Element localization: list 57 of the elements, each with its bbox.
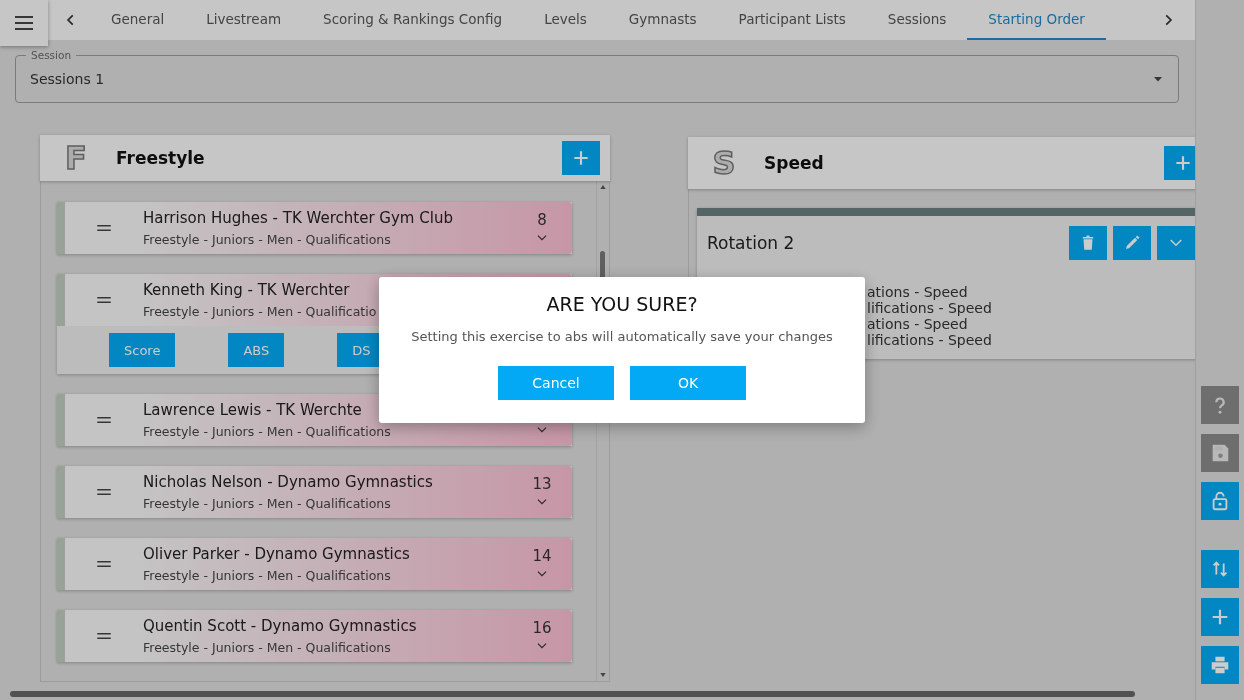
start-number: 16 bbox=[532, 619, 552, 637]
gymnast-category: Freestyle - Juniors - Men - Qualifications bbox=[143, 640, 392, 655]
delete-button[interactable] bbox=[1069, 226, 1107, 260]
sort-button[interactable] bbox=[1201, 550, 1239, 588]
gymnast-category: Freestyle - Juniors - Men - Qualifications bbox=[143, 496, 392, 511]
gymnast-name: Kenneth King - TK Werchter bbox=[143, 281, 351, 299]
tab[interactable]: Levels bbox=[523, 0, 608, 40]
tab[interactable]: Scoring & Rankings Config bbox=[302, 0, 524, 40]
rotation-entry: lifications - Speed bbox=[867, 332, 993, 348]
gymnast-category: Freestyle - Juniors - Men - Qualifications bbox=[143, 424, 392, 439]
gymnast-category: Freestyle - Juniors - Men - Qualifications bbox=[143, 232, 392, 247]
tab[interactable]: Gymnasts bbox=[607, 0, 718, 40]
start-number: 8 bbox=[537, 211, 547, 229]
discipline-letter: F bbox=[64, 139, 88, 177]
rotation-entry: ations - Speed bbox=[867, 316, 969, 332]
rotation-title: Rotation 2 bbox=[707, 233, 796, 253]
dialog-message: Setting this exercise to abs will automatically save your changes bbox=[411, 329, 833, 344]
menu-button[interactable] bbox=[0, 0, 48, 46]
rotation-entry: lifications - Speed bbox=[867, 300, 993, 316]
start-number: 13 bbox=[532, 475, 552, 493]
gymnast-name: Harrison Hughes - TK Werchter Gym Club bbox=[143, 209, 454, 227]
gymnast-name: Quentin Scott - Dynamo Gymnastics bbox=[143, 617, 418, 635]
tab[interactable]: General bbox=[90, 0, 186, 40]
printer-icon bbox=[1209, 654, 1231, 676]
plus-icon bbox=[1173, 153, 1193, 173]
gymnast-card[interactable]: Nicholas Nelson - Dynamo Gymnastics Freestyle - Juniors - Men - Qualifications 13 bbox=[57, 466, 572, 518]
pencil-icon bbox=[1123, 234, 1141, 252]
start-number: 14 bbox=[532, 547, 552, 565]
select-value: Sessions 1 bbox=[30, 71, 106, 87]
add-button[interactable] bbox=[1164, 146, 1195, 180]
panel-title: Freestyle bbox=[116, 148, 206, 168]
panel-title: Speed bbox=[764, 153, 824, 173]
discipline-letter: S bbox=[711, 144, 737, 182]
tab[interactable]: Sessions bbox=[866, 0, 968, 40]
plus-icon bbox=[571, 148, 591, 168]
gymnast-card[interactable]: Oliver Parker - Dynamo Gymnastics Freestyle - Juniors - Men - Qualifications 14 bbox=[57, 538, 572, 590]
edit-button[interactable] bbox=[1113, 226, 1151, 260]
gymnast-name: Lawrence Lewis - TK Werchte bbox=[143, 401, 363, 419]
tab[interactable]: Starting Order bbox=[967, 0, 1106, 40]
scroll-up-icon bbox=[599, 183, 607, 191]
add-button[interactable] bbox=[562, 141, 600, 175]
gymnast-card[interactable]: Quentin Scott - Dynamo Gymnastics Freestyle - Juniors - Men - Qualifications 16 bbox=[57, 610, 572, 662]
field-label: Session bbox=[26, 49, 77, 61]
add-button[interactable] bbox=[1201, 598, 1239, 636]
gymnast-category: Freestyle - Juniors - Men - Qualificatio bbox=[143, 304, 378, 319]
gymnast-card[interactable]: Harrison Hughes - TK Werchter Gym Club Freestyle - Juniors - Men - Qualifications 8 bbox=[57, 202, 572, 254]
unlock-button[interactable] bbox=[1201, 482, 1239, 520]
gymnast-name: Nicholas Nelson - Dynamo Gymnastics bbox=[143, 473, 434, 491]
horizontal-scrollbar[interactable] bbox=[10, 691, 1135, 697]
tab[interactable]: Livestream bbox=[185, 0, 303, 40]
expand-button[interactable] bbox=[1157, 226, 1195, 260]
gymnast-name: Oliver Parker - Dynamo Gymnastics bbox=[143, 545, 411, 563]
scroll-down-icon bbox=[599, 671, 607, 679]
tab[interactable]: Participant Lists bbox=[717, 0, 867, 40]
rotation-entry: ations - Speed bbox=[867, 284, 969, 300]
print-button[interactable] bbox=[1201, 646, 1239, 684]
gymnast-category: Freestyle - Juniors - Men - Qualifications bbox=[143, 568, 392, 583]
